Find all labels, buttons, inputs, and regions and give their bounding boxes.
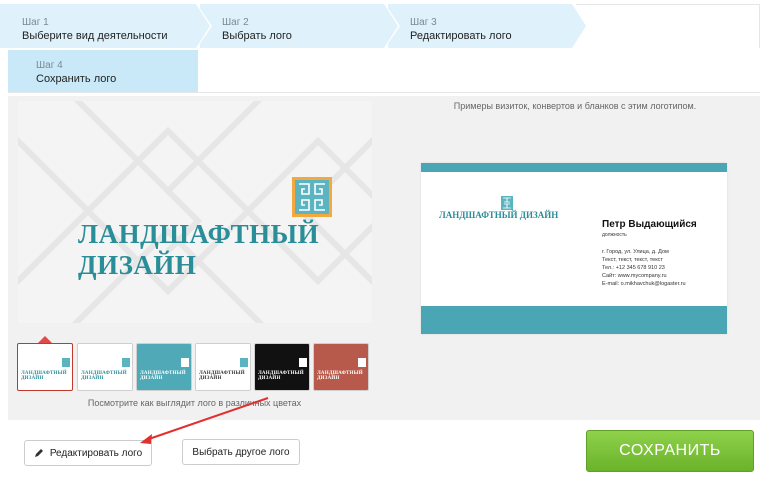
logo-wizard-page: Шаг 1 Выберите вид деятельности Шаг 2 Вы… bbox=[0, 0, 768, 478]
step-2[interactable]: Шаг 2 Выбрать лого bbox=[200, 4, 400, 48]
variant-thumbnail[interactable]: ЛАНДШАФТНЫЙ ДИЗАЙН bbox=[77, 343, 133, 391]
variant-logo-text: ЛАНДШАФТНЫЙ ДИЗАЙН bbox=[317, 371, 363, 381]
step-number: Шаг 3 bbox=[410, 17, 437, 28]
variant-thumbnail[interactable]: ЛАНДШАФТНЫЙ ДИЗАЙН bbox=[195, 343, 251, 391]
variant-thumbnail[interactable]: ЛАНДШАФТНЫЙ ДИЗАЙН bbox=[254, 343, 310, 391]
card-logo-text: ЛАНДШАФТНЫЙ ДИЗАЙН bbox=[439, 210, 559, 220]
card-bottom-band bbox=[421, 306, 727, 334]
logo-preview: ЛАНДШАФТНЫЙ ДИЗАЙН bbox=[18, 101, 372, 323]
card-detail-line: г. Город, ул. Улица, д. Дом bbox=[602, 249, 669, 255]
card-detail-line: Текст, текст, текст, текст bbox=[602, 257, 663, 263]
colors-caption: Посмотрите как выглядит лого в различных… bbox=[87, 398, 302, 408]
spiral-emblem-icon bbox=[501, 196, 513, 210]
card-position: должность bbox=[602, 232, 627, 238]
variant-logo-text: ЛАНДШАФТНЫЙ ДИЗАЙН bbox=[199, 371, 245, 381]
selected-variant-marker bbox=[38, 336, 52, 343]
step-1[interactable]: Шаг 1 Выберите вид деятельности bbox=[0, 4, 212, 48]
wizard-steps: Шаг 1 Выберите вид деятельности Шаг 2 Вы… bbox=[0, 0, 768, 48]
variant-logo-text: ЛАНДШАФТНЫЙ ДИЗАЙН bbox=[21, 371, 67, 381]
card-details: г. Город, ул. Улица, д. Дом Текст, текст… bbox=[602, 248, 686, 288]
spiral-emblem-icon bbox=[358, 358, 366, 367]
step-number: Шаг 2 bbox=[222, 17, 249, 28]
card-name: Петр Выдающийся bbox=[602, 219, 697, 230]
card-detail-line: E-mail: o.mikhavchuk@logaster.ru bbox=[602, 281, 686, 287]
variant-thumbnail[interactable]: ЛАНДШАФТНЫЙ ДИЗАЙН bbox=[313, 343, 369, 391]
spiral-emblem-icon bbox=[299, 358, 307, 367]
card-top-band bbox=[421, 163, 727, 172]
variant-logo-text: ЛАНДШАФТНЫЙ ДИЗАЙН bbox=[140, 371, 186, 381]
spiral-emblem-icon bbox=[122, 358, 130, 367]
edit-logo-label: Редактировать лого bbox=[49, 447, 143, 459]
step-number: Шаг 1 bbox=[22, 17, 49, 28]
step-title: Сохранить лого bbox=[36, 73, 117, 85]
edit-logo-button[interactable]: Редактировать лого bbox=[24, 440, 152, 466]
logo-text: ЛАНДШАФТНЫЙ ДИЗАЙН bbox=[78, 219, 320, 280]
step-4[interactable]: Шаг 4 Сохранить лого bbox=[8, 50, 198, 92]
color-variants: ЛАНДШАФТНЫЙ ДИЗАЙН ЛАНДШАФТНЫЙ ДИЗАЙН ЛА… bbox=[17, 343, 372, 391]
card-detail-line: Сайт: www.mycompany.ru bbox=[602, 273, 667, 279]
card-detail-line: Тел.: +12 345 678 910 23 bbox=[602, 265, 665, 271]
spiral-emblem-icon bbox=[62, 358, 70, 367]
variant-logo-text: ЛАНДШАФТНЫЙ ДИЗАЙН bbox=[258, 371, 304, 381]
variant-logo-text: ЛАНДШАФТНЫЙ ДИЗАЙН bbox=[81, 371, 127, 381]
choose-other-logo-label: Выбрать другое лого bbox=[192, 446, 290, 458]
save-button[interactable]: СОХРАНИТЬ bbox=[586, 430, 754, 472]
step-number: Шаг 4 bbox=[36, 60, 63, 71]
business-card-preview: ЛАНДШАФТНЫЙ ДИЗАЙН Петр Выдающийся должн… bbox=[421, 163, 727, 334]
variant-thumbnail[interactable]: ЛАНДШАФТНЫЙ ДИЗАЙН bbox=[17, 343, 73, 391]
step-title: Выбрать лого bbox=[222, 30, 292, 42]
spiral-emblem-icon bbox=[240, 358, 248, 367]
step-3[interactable]: Шаг 3 Редактировать лого bbox=[388, 4, 588, 48]
choose-other-logo-button[interactable]: Выбрать другое лого bbox=[182, 439, 300, 465]
step-title: Редактировать лого bbox=[410, 30, 512, 42]
pencil-icon bbox=[34, 449, 43, 457]
divider bbox=[8, 92, 760, 93]
spiral-emblem-icon bbox=[181, 358, 189, 367]
spiral-emblem-icon bbox=[292, 177, 332, 217]
step-title: Выберите вид деятельности bbox=[22, 30, 168, 42]
variant-thumbnail[interactable]: ЛАНДШАФТНЫЙ ДИЗАЙН bbox=[136, 343, 192, 391]
save-label: СОХРАНИТЬ bbox=[619, 442, 721, 459]
examples-caption: Примеры визиток, конвертов и бланков с э… bbox=[453, 101, 697, 111]
